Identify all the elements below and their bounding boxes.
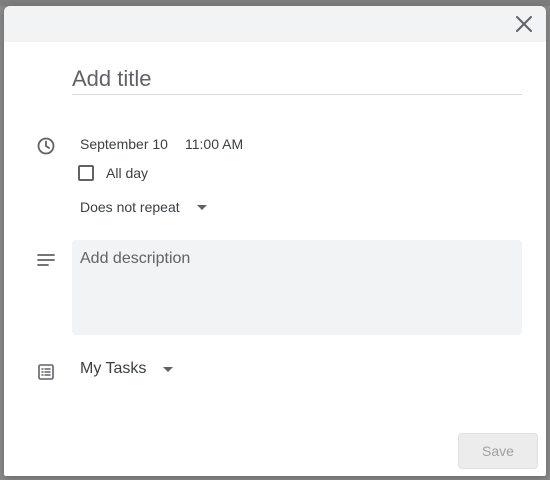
repeat-dropdown[interactable]: Does not repeat <box>80 199 207 215</box>
all-day-checkbox[interactable] <box>78 165 94 181</box>
dialog-header <box>4 6 546 42</box>
chevron-down-icon <box>196 204 207 210</box>
description-field[interactable] <box>72 240 522 335</box>
repeat-label: Does not repeat <box>80 199 180 215</box>
list-icon <box>34 360 58 384</box>
notes-icon <box>34 248 58 272</box>
time-picker[interactable]: 11:00 AM <box>185 136 243 152</box>
task-list-dropdown[interactable]: My Tasks <box>80 360 174 378</box>
task-list-label: My Tasks <box>80 360 147 377</box>
chevron-down-icon <box>163 366 174 372</box>
all-day-toggle[interactable]: All day <box>78 165 148 181</box>
date-picker[interactable]: September 10 <box>80 136 168 152</box>
task-dialog: September 10 11:00 AM All day Does not r… <box>4 6 546 476</box>
close-button[interactable] <box>510 10 538 38</box>
all-day-label: All day <box>106 165 149 181</box>
title-input[interactable] <box>72 64 522 95</box>
save-button[interactable]: Save <box>458 433 538 469</box>
close-icon <box>516 16 532 32</box>
clock-icon <box>34 134 58 158</box>
